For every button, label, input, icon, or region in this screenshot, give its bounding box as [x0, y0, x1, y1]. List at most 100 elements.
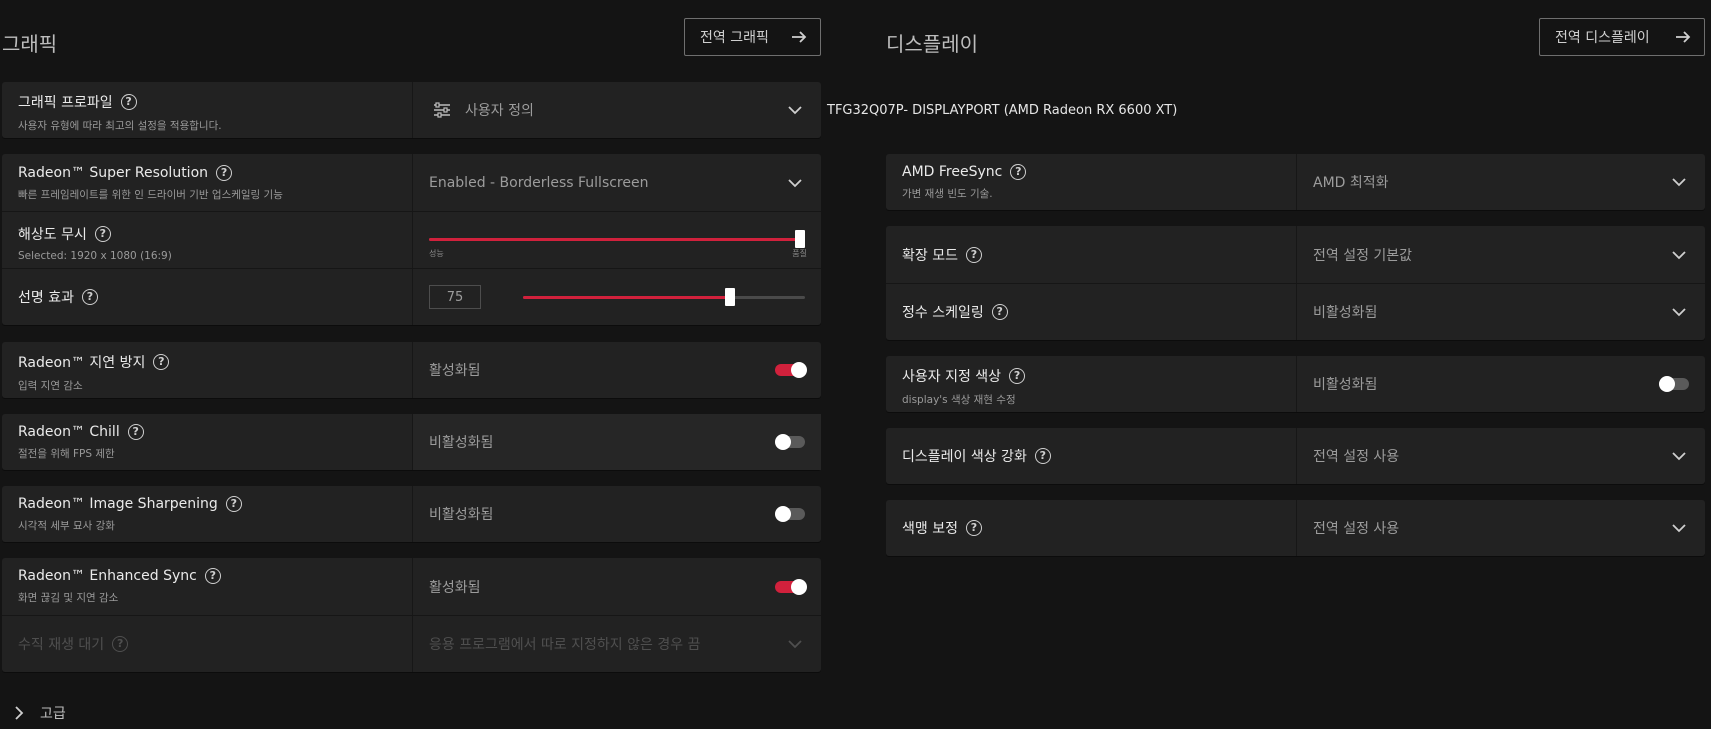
chevron-down-icon — [1672, 178, 1686, 187]
custom-color-label: 사용자 지정 색상 — [902, 369, 1002, 385]
image-sharpening-value: 비활성화됨 — [429, 507, 494, 523]
global-display-button[interactable]: 전역 디스플레이 — [1539, 18, 1705, 56]
anti-lag-card: Radeon™ 지연 방지? 입력 지연 감소 활성화됨 — [2, 342, 821, 398]
vsync-value: 응용 프로그램에서 따로 지정하지 않은 경우 끔 — [429, 637, 701, 653]
rsr-row: Radeon™ Super Resolution? 빠른 프레임레이트를 위한 … — [2, 154, 821, 211]
chill-card: Radeon™ Chill? 절전을 위해 FPS 제한 비활성화됨 — [2, 414, 821, 470]
res-override-label: 해상도 무시 — [18, 227, 87, 243]
advanced-label: 고급 — [40, 706, 66, 722]
res-override-slider-thumb[interactable] — [795, 230, 805, 248]
graphics-profile-row: 그래픽 프로파일? 사용자 유형에 따라 최고의 설정을 적용합니다. 사용자 … — [2, 82, 821, 138]
global-graphics-button[interactable]: 전역 그래픽 — [684, 18, 821, 56]
sharpness-slider[interactable] — [523, 288, 805, 306]
rsr-card: Radeon™ Super Resolution? 빠른 프레임레이트를 위한 … — [2, 154, 821, 325]
sharpness-label: 선명 효과 — [18, 290, 74, 306]
sliders-icon — [434, 102, 450, 118]
sharpness-slider-fill — [523, 296, 735, 299]
graphics-profile-card: 그래픽 프로파일? 사용자 유형에 따라 최고의 설정을 적용합니다. 사용자 … — [2, 82, 821, 138]
freesync-sub: 가변 재생 빈도 기술. — [902, 188, 993, 200]
arrow-right-icon — [792, 31, 807, 43]
enhanced-sync-label: Radeon™ Enhanced Sync — [18, 568, 197, 584]
res-override-sub: Selected: 1920 x 1080 (16:9) — [18, 250, 172, 262]
color-correction-card: 색맹 보정? 전역 설정 사용 — [886, 500, 1705, 556]
custom-color-value: 비활성화됨 — [1313, 377, 1378, 393]
help-icon[interactable]: ? — [1009, 368, 1026, 384]
enhanced-sync-card: Radeon™ Enhanced Sync? 화면 끊김 및 지연 감소 활성화… — [2, 558, 821, 672]
help-icon[interactable]: ? — [120, 94, 137, 110]
enhanced-sync-toggle[interactable] — [775, 578, 807, 595]
advanced-expander[interactable]: 고급 — [14, 703, 66, 723]
help-icon[interactable]: ? — [204, 568, 221, 584]
anti-lag-value: 활성화됨 — [429, 363, 481, 379]
graphics-profile-sub: 사용자 유형에 따라 최고의 설정을 적용합니다. — [18, 120, 222, 132]
integer-scaling-dropdown[interactable]: 비활성화됨 — [1296, 284, 1705, 340]
help-icon[interactable]: ? — [965, 246, 982, 263]
color-enhance-value: 전역 설정 사용 — [1313, 449, 1400, 465]
chill-toggle[interactable] — [775, 434, 807, 450]
custom-color-toggle[interactable] — [1659, 376, 1691, 392]
anti-lag-toggle[interactable] — [775, 362, 807, 378]
expand-mode-label: 확장 모드 — [902, 247, 958, 264]
chevron-down-icon — [1672, 250, 1686, 259]
scaling-card: 확장 모드? 전역 설정 기본값 정수 스케일링? 비활성화됨 — [886, 226, 1705, 340]
global-display-label: 전역 디스플레이 — [1555, 30, 1650, 46]
freesync-card: AMD FreeSync? 가변 재생 빈도 기술. AMD 최적화 — [886, 154, 1705, 210]
color-correction-value: 전역 설정 사용 — [1313, 521, 1400, 537]
chill-value: 비활성화됨 — [429, 435, 494, 451]
custom-color-card: 사용자 지정 색상? display's 색상 재현 수정 비활성화됨 — [886, 356, 1705, 412]
vsync-label: 수직 재생 대기 — [18, 637, 105, 653]
color-enhance-label: 디스플레이 색상 강화 — [902, 449, 1027, 465]
help-icon[interactable]: ? — [216, 165, 233, 181]
sharpness-value-input[interactable]: 75 — [429, 285, 481, 309]
chevron-down-icon — [788, 106, 802, 115]
graphics-profile-label: 그래픽 프로파일 — [18, 95, 113, 111]
chill-sub: 절전을 위해 FPS 제한 — [18, 448, 115, 460]
rsr-value: Enabled - Borderless Fullscreen — [429, 174, 649, 191]
freesync-value: AMD 최적화 — [1313, 175, 1389, 191]
help-icon[interactable]: ? — [81, 289, 98, 305]
image-sharpening-sub: 시각적 세부 묘사 강화 — [18, 520, 115, 532]
chill-label: Radeon™ Chill — [18, 424, 120, 440]
chevron-down-icon — [1672, 308, 1686, 317]
slider-max-label: 품질 — [792, 249, 807, 258]
help-icon[interactable]: ? — [1010, 164, 1027, 180]
enhanced-sync-value: 활성화됨 — [429, 579, 481, 596]
global-graphics-label: 전역 그래픽 — [700, 30, 769, 46]
graphics-title: 그래픽 — [2, 32, 58, 56]
arrow-right-icon — [1676, 31, 1691, 43]
help-icon[interactable]: ? — [94, 226, 111, 242]
enhanced-sync-sub: 화면 끊김 및 지연 감소 — [18, 592, 119, 604]
vsync-dropdown: 응용 프로그램에서 따로 지정하지 않은 경우 끔 — [412, 616, 821, 672]
help-icon[interactable]: ? — [965, 520, 982, 536]
help-icon[interactable]: ? — [127, 424, 144, 440]
res-override-slider-area: 성능 품질 — [412, 212, 821, 268]
help-icon[interactable]: ? — [991, 304, 1008, 320]
rsr-dropdown[interactable]: Enabled - Borderless Fullscreen — [412, 154, 821, 211]
display-title: 디스플레이 — [886, 32, 978, 56]
freesync-dropdown[interactable]: AMD 최적화 — [1296, 154, 1705, 210]
graphics-profile-dropdown[interactable]: 사용자 정의 — [412, 82, 821, 138]
chevron-down-icon — [788, 640, 802, 649]
custom-color-sub: display's 색상 재현 수정 — [902, 394, 1016, 406]
sharpness-slider-thumb[interactable] — [724, 288, 735, 306]
integer-scaling-value: 비활성화됨 — [1313, 305, 1378, 321]
chevron-down-icon — [1672, 452, 1686, 461]
integer-scaling-label: 정수 스케일링 — [902, 305, 984, 321]
color-correction-dropdown[interactable]: 전역 설정 사용 — [1296, 500, 1705, 556]
image-sharpening-label: Radeon™ Image Sharpening — [18, 496, 218, 512]
res-override-slider-fill — [429, 238, 805, 241]
expand-mode-dropdown[interactable]: 전역 설정 기본값 — [1296, 226, 1705, 283]
anti-lag-sub: 입력 지연 감소 — [18, 380, 83, 392]
anti-lag-label: Radeon™ 지연 방지 — [18, 355, 146, 371]
help-icon[interactable]: ? — [225, 496, 242, 512]
sharpness-row: 선명 효과? 75 — [2, 268, 821, 325]
display-device-name: TFG32Q07P- DISPLAYPORT (AMD Radeon RX 66… — [827, 103, 1178, 118]
image-sharpening-card: Radeon™ Image Sharpening? 시각적 세부 묘사 강화 비… — [2, 486, 821, 542]
rsr-sub: 빠른 프레임레이트를 위한 인 드라이버 기반 업스케일링 기능 — [18, 189, 283, 201]
help-icon[interactable]: ? — [1034, 448, 1051, 464]
res-override-slider[interactable] — [429, 230, 805, 248]
image-sharpening-toggle[interactable] — [775, 506, 807, 522]
chevron-right-icon — [15, 706, 24, 720]
color-enhance-dropdown[interactable]: 전역 설정 사용 — [1296, 428, 1705, 484]
help-icon[interactable]: ? — [153, 354, 170, 370]
